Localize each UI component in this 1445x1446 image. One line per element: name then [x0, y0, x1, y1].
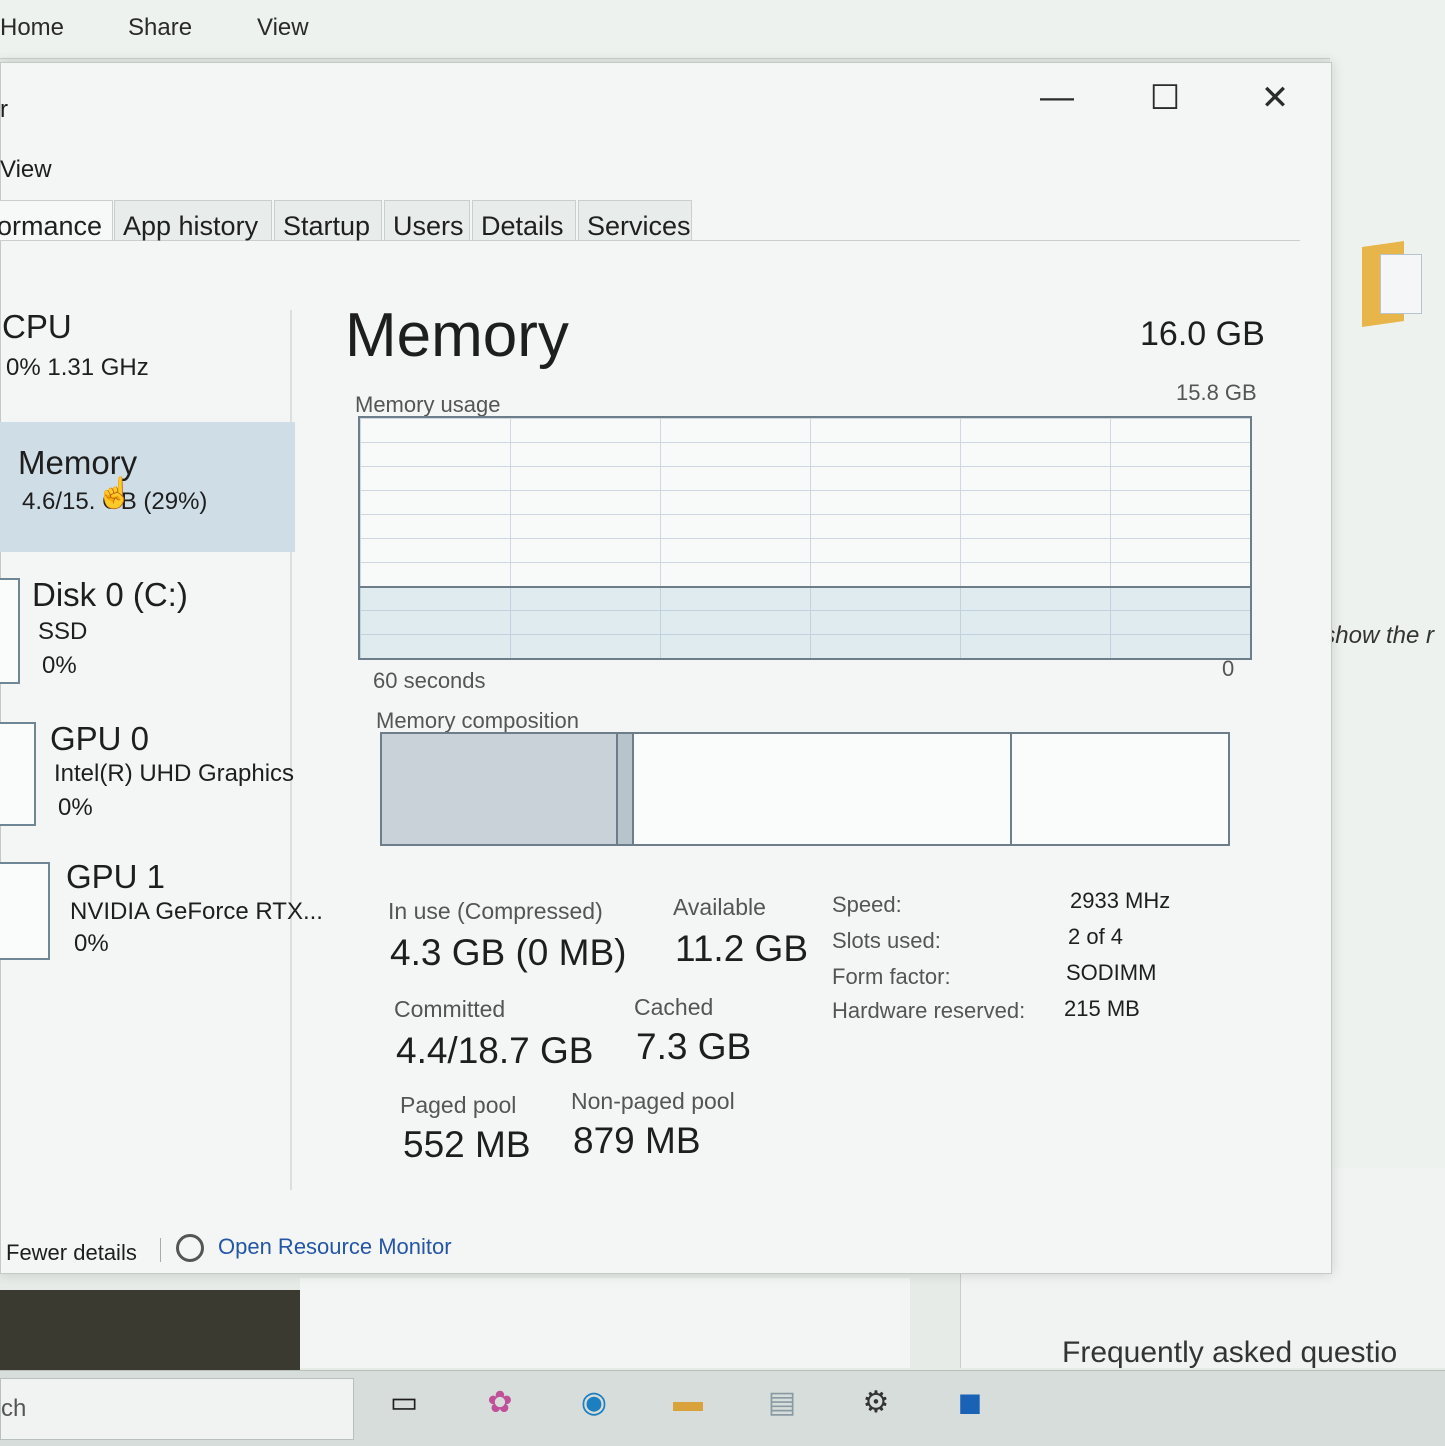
sidebar-cpu-title: CPU — [2, 308, 72, 345]
in-use-label: In use (Compressed) — [388, 898, 603, 924]
tab-app-history[interactable]: App history — [114, 200, 272, 241]
cached-label: Cached — [634, 994, 714, 1020]
sidebar-disk-sub1: SSD — [38, 618, 88, 645]
graph-time-right: 0 — [1222, 656, 1235, 681]
mouse-cursor-icon: ☝ — [96, 477, 134, 510]
tab-performance[interactable]: ormance — [0, 200, 113, 241]
sidebar-gpu0-sub1: Intel(R) UHD Graphics — [54, 760, 295, 787]
tab-details[interactable]: Details — [472, 200, 576, 241]
fewer-details-link[interactable]: Fewer details — [6, 1240, 137, 1266]
sidebar-item-memory[interactable]: Memory 4.6/15. GB (29%) — [0, 422, 295, 552]
sidebar-item-cpu[interactable]: CPU 0% 1.31 GHz — [0, 300, 295, 410]
sidebar-gpu1-sub2: 0% — [74, 930, 109, 957]
tab-services[interactable]: Services — [578, 200, 692, 241]
maximize-button[interactable]: ☐ — [1140, 78, 1190, 118]
taskbar-search[interactable]: ch — [0, 1378, 354, 1440]
cached-value: 7.3 GB — [636, 1026, 752, 1067]
sidebar-item-gpu0[interactable]: GPU 0 Intel(R) UHD Graphics 0% — [0, 714, 295, 834]
committed-label: Committed — [394, 996, 506, 1022]
sidebar-gpu1-sub1: NVIDIA GeForce RTX... — [70, 898, 323, 925]
memory-usage-graph — [358, 416, 1252, 660]
taskbar-search-text: ch — [1, 1395, 27, 1422]
background-ribbon: Home Share View — [0, 0, 1445, 59]
graph-time-left: 60 seconds — [373, 668, 486, 693]
background-pane — [1330, 58, 1445, 1168]
disk-thumbnail — [0, 578, 20, 684]
sidebar-gpu0-sub2: 0% — [58, 794, 93, 821]
window-title: r — [0, 96, 8, 123]
slots-used-label: Slots used: — [832, 928, 941, 953]
sidebar-disk-sub2: 0% — [42, 652, 77, 679]
memory-usage-fill — [360, 586, 1250, 658]
minimize-button[interactable]: — — [1032, 78, 1082, 117]
settings-icon[interactable]: ⚙ — [852, 1380, 900, 1424]
sidebar-disk-title: Disk 0 (C:) — [32, 576, 188, 613]
in-use-value: 4.3 GB (0 MB) — [390, 932, 627, 973]
background-photo — [0, 1290, 300, 1378]
copilot-icon[interactable]: ✿ — [476, 1380, 524, 1424]
total-memory: 16.0 GB — [1140, 315, 1265, 353]
sidebar-item-disk[interactable]: Disk 0 (C:) SSD 0% — [0, 570, 295, 690]
memory-usage-label: Memory usage — [355, 392, 501, 417]
tab-bar: ormance App history Startup Users Detail… — [0, 200, 1300, 241]
close-button[interactable]: ✕ — [1250, 78, 1300, 118]
tab-users[interactable]: Users — [384, 200, 470, 241]
sidebar-item-gpu1[interactable]: GPU 1 NVIDIA GeForce RTX... 0% — [0, 854, 323, 974]
edge-icon[interactable]: ◉ — [570, 1380, 618, 1424]
memory-composition-bar — [380, 732, 1230, 846]
footer-divider — [160, 1238, 161, 1262]
hardware-reserved-value: 215 MB — [1064, 996, 1140, 1021]
paged-pool-value: 552 MB — [403, 1124, 531, 1165]
speed-label: Speed: — [832, 892, 902, 917]
form-factor-label: Form factor: — [832, 964, 951, 989]
slots-used-value: 2 of 4 — [1068, 924, 1124, 949]
memory-composition-label: Memory composition — [376, 708, 579, 733]
menu-view[interactable]: View — [0, 156, 52, 184]
file-explorer-icon[interactable]: ▬ — [664, 1380, 712, 1424]
sidebar-gpu1-title: GPU 1 — [66, 858, 166, 895]
composition-standby — [634, 734, 1012, 844]
task-view-icon[interactable]: ▭ — [380, 1380, 428, 1424]
available-label: Available — [673, 894, 766, 920]
hardware-reserved-label: Hardware reserved: — [832, 998, 1026, 1023]
gpu0-thumbnail — [0, 722, 36, 826]
speed-value: 2933 MHz — [1070, 888, 1171, 913]
folder-icon[interactable] — [1362, 238, 1422, 327]
memory-usage-max: 15.8 GB — [1176, 380, 1257, 405]
nonpaged-pool-label: Non-paged pool — [571, 1088, 735, 1114]
background-lower-panel — [300, 1278, 910, 1368]
faq-heading: Frequently asked questio — [1062, 1336, 1398, 1369]
gpu1-thumbnail — [0, 862, 50, 960]
nonpaged-pool-value: 879 MB — [573, 1120, 701, 1161]
form-factor-value: SODIMM — [1066, 960, 1157, 985]
available-value: 11.2 GB — [675, 928, 809, 969]
sidebar-cpu-sub: 0% 1.31 GHz — [6, 354, 149, 381]
composition-in-use — [382, 734, 618, 844]
photos-icon[interactable]: ▤ — [758, 1380, 806, 1424]
open-resource-monitor-link[interactable]: Open Resource Monitor — [218, 1234, 452, 1260]
paged-pool-label: Paged pool — [400, 1092, 517, 1118]
ribbon-tab-share[interactable]: Share — [128, 14, 192, 42]
committed-value: 4.4/18.7 GB — [396, 1030, 594, 1071]
resource-monitor-icon[interactable] — [176, 1234, 204, 1262]
page-title: Memory — [345, 301, 569, 370]
tab-startup[interactable]: Startup — [274, 200, 382, 241]
sidebar-gpu0-title: GPU 0 — [50, 720, 150, 757]
ribbon-tab-view[interactable]: View — [257, 14, 309, 42]
ribbon-tab-home[interactable]: Home — [0, 14, 64, 42]
outlook-icon[interactable]: ◼ — [946, 1380, 994, 1424]
composition-modified — [618, 734, 634, 844]
